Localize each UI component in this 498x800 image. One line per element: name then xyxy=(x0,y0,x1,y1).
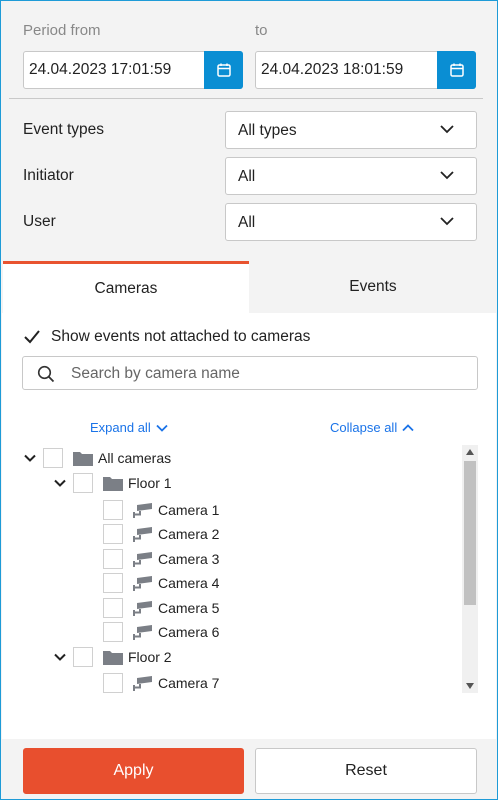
checkmark-icon xyxy=(24,330,40,344)
tree-node-camera[interactable]: Camera 1 xyxy=(103,499,219,521)
tree-node-all-cameras[interactable]: All cameras xyxy=(23,447,171,469)
collapse-all-label: Collapse all xyxy=(330,420,398,435)
camera-search-box[interactable] xyxy=(22,356,478,390)
expand-all-label: Expand all xyxy=(90,420,151,435)
expander-toggle[interactable] xyxy=(23,451,37,465)
tree-node-camera[interactable]: Camera 3 xyxy=(103,548,219,570)
tree-scrollbar[interactable] xyxy=(462,445,478,693)
tree-checkbox[interactable] xyxy=(103,524,123,544)
tree-node-camera[interactable]: Camera 7 xyxy=(103,672,219,693)
tree-node-label: Camera 6 xyxy=(158,624,220,640)
camera-icon xyxy=(133,601,152,616)
camera-tree: All cameras Floor 1 Camera 1 Camera 2 Ca… xyxy=(2,447,462,693)
expander-toggle[interactable] xyxy=(53,476,67,490)
tree-checkbox[interactable] xyxy=(103,500,123,520)
tree-node-camera[interactable]: Camera 4 xyxy=(103,572,219,594)
show-unattached-label: Show events not attached to cameras xyxy=(51,328,311,345)
period-to-label: to xyxy=(255,22,268,39)
chevron-down-icon xyxy=(54,653,66,661)
tree-node-label: Camera 2 xyxy=(158,526,220,542)
tree-node-camera[interactable]: Camera 6 xyxy=(103,621,219,643)
chevron-down-icon xyxy=(54,479,66,487)
event-types-select[interactable]: All types xyxy=(225,111,477,149)
folder-icon xyxy=(103,651,123,665)
collapse-all-link[interactable]: Collapse all xyxy=(330,420,414,435)
initiator-select[interactable]: All xyxy=(225,157,477,195)
show-unattached-checkbox-row[interactable]: Show events not attached to cameras xyxy=(23,327,310,347)
expand-all-link[interactable]: Expand all xyxy=(90,420,168,435)
filter-row-initiator: Initiator All xyxy=(1,157,497,195)
tree-node-floor[interactable]: Floor 2 xyxy=(53,646,172,668)
event-types-value: All types xyxy=(238,122,297,139)
tree-checkbox[interactable] xyxy=(103,573,123,593)
user-select[interactable]: All xyxy=(225,203,477,241)
period-from-label: Period from xyxy=(23,22,101,39)
tree-checkbox[interactable] xyxy=(43,448,63,468)
period-from-calendar-button[interactable] xyxy=(204,51,243,89)
tree-node-label: Camera 7 xyxy=(158,675,220,691)
camera-icon xyxy=(133,676,152,691)
filter-row-event-types: Event types All types xyxy=(1,111,497,149)
tree-node-camera[interactable]: Camera 5 xyxy=(103,597,219,619)
tree-node-label: Floor 2 xyxy=(128,649,172,665)
tree-checkbox[interactable] xyxy=(73,647,93,667)
tree-node-floor[interactable]: Floor 1 xyxy=(53,472,172,494)
cameras-tab-content: Show events not attached to cameras Expa… xyxy=(2,313,496,739)
camera-icon xyxy=(133,625,152,640)
camera-icon xyxy=(133,527,152,542)
tree-node-label: Camera 1 xyxy=(158,502,220,518)
initiator-value: All xyxy=(238,168,256,185)
search-icon xyxy=(37,365,55,383)
camera-icon xyxy=(133,503,152,518)
user-label: User xyxy=(23,213,56,230)
apply-button[interactable]: Apply xyxy=(23,748,244,794)
expander-toggle[interactable] xyxy=(53,650,67,664)
footer: Apply Reset xyxy=(1,739,497,799)
folder-icon xyxy=(73,452,93,466)
chevron-down-icon xyxy=(156,424,168,432)
period-section: Period from to 24.04.2023 17:01:59 24.04… xyxy=(1,1,497,99)
filter-row-user: User All xyxy=(1,203,497,241)
tree-checkbox[interactable] xyxy=(103,549,123,569)
tree-node-label: Camera 3 xyxy=(158,551,220,567)
chevron-down-icon xyxy=(440,171,454,180)
scroll-down-arrow-icon[interactable] xyxy=(466,683,474,689)
user-value: All xyxy=(238,214,256,231)
tree-checkbox[interactable] xyxy=(103,622,123,642)
show-unattached-checkbox[interactable] xyxy=(23,327,43,347)
tree-node-label: Camera 4 xyxy=(158,575,220,591)
tab-events[interactable]: Events xyxy=(249,261,497,313)
tree-node-label: Camera 5 xyxy=(158,600,220,616)
scroll-up-arrow-icon[interactable] xyxy=(466,449,474,455)
calendar-icon xyxy=(216,63,231,77)
event-types-label: Event types xyxy=(23,121,104,138)
calendar-icon xyxy=(449,63,464,77)
period-to-calendar-button[interactable] xyxy=(437,51,476,89)
camera-search-input[interactable] xyxy=(71,363,461,385)
tree-checkbox[interactable] xyxy=(103,598,123,618)
period-to-field[interactable]: 24.04.2023 18:01:59 xyxy=(255,51,476,89)
period-to-value[interactable]: 24.04.2023 18:01:59 xyxy=(256,61,437,79)
tree-checkbox[interactable] xyxy=(103,673,123,693)
tab-cameras[interactable]: Cameras xyxy=(3,261,249,313)
tab-bar: Cameras Events xyxy=(1,261,497,313)
tree-node-label: Floor 1 xyxy=(128,475,172,491)
camera-icon xyxy=(133,552,152,567)
chevron-down-icon xyxy=(440,125,454,134)
folder-icon xyxy=(103,477,123,491)
chevron-down-icon xyxy=(440,217,454,226)
period-from-value[interactable]: 24.04.2023 17:01:59 xyxy=(24,61,204,79)
section-divider xyxy=(9,98,483,99)
scrollbar-thumb[interactable] xyxy=(464,461,476,605)
reset-button[interactable]: Reset xyxy=(255,748,477,794)
period-from-field[interactable]: 24.04.2023 17:01:59 xyxy=(23,51,243,89)
chevron-down-icon xyxy=(24,454,36,462)
tree-node-label: All cameras xyxy=(98,450,172,466)
tree-checkbox[interactable] xyxy=(73,473,93,493)
tree-node-camera[interactable]: Camera 2 xyxy=(103,523,219,545)
event-filter-panel: Period from to 24.04.2023 17:01:59 24.04… xyxy=(0,0,498,800)
camera-icon xyxy=(133,576,152,591)
chevron-up-icon xyxy=(402,423,414,431)
initiator-label: Initiator xyxy=(23,167,74,184)
